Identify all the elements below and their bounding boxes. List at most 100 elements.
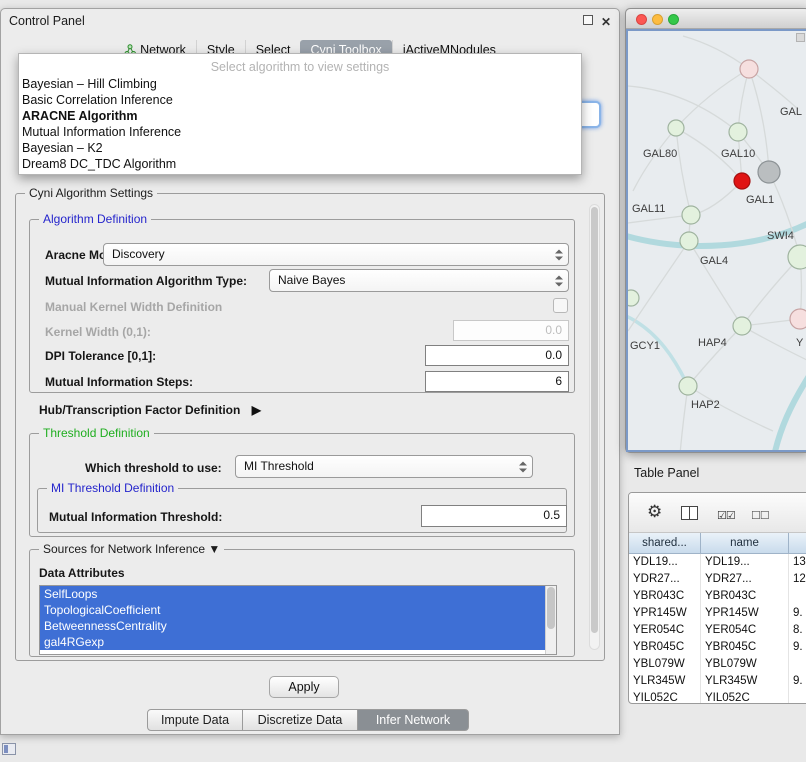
network-node[interactable] — [740, 60, 758, 78]
cell: 9. — [789, 605, 806, 622]
node-label: GAL4 — [700, 255, 728, 267]
table-row[interactable]: YBR043C YBR043C — [629, 588, 806, 605]
cell — [789, 588, 806, 605]
cell: YLR345W — [629, 673, 701, 690]
list-item-gal4rgexp[interactable]: gal4RGexp — [40, 634, 545, 650]
kernel-width-label: Kernel Width (0,1): — [45, 325, 151, 339]
which-threshold-value: MI Threshold — [244, 456, 314, 477]
settings-scrollbar[interactable] — [589, 204, 600, 650]
table-header-row: shared... name — [629, 533, 806, 554]
mi-threshold-input[interactable]: 0.5 — [421, 505, 567, 527]
network-node-selected-red[interactable] — [734, 173, 750, 189]
network-node[interactable] — [680, 232, 698, 250]
node-label: GAL80 — [643, 148, 677, 160]
network-node[interactable] — [679, 377, 697, 395]
network-graph[interactable]: GAL80 GAL10 GAL GAL11 GAL1 SWI4 GAL4 GCY… — [628, 31, 806, 452]
sources-toggle[interactable]: Sources for Network Inference ▼ — [39, 542, 224, 556]
dpi-tolerance-input[interactable]: 0.0 — [425, 345, 569, 366]
node-label: GAL — [780, 106, 802, 118]
network-node[interactable] — [733, 317, 751, 335]
which-threshold-label: Which threshold to use: — [85, 461, 222, 475]
mi-algorithm-type-select[interactable]: Naive Bayes — [269, 269, 569, 292]
column-header-shared[interactable]: shared... — [629, 533, 701, 554]
node-label: GAL10 — [721, 148, 755, 160]
mi-threshold-label: Mutual Information Threshold: — [49, 510, 222, 524]
cell: YLR345W — [701, 673, 789, 690]
dropdown-option-bayesian-hill[interactable]: Bayesian – Hill Climbing — [19, 76, 581, 92]
close-window-icon[interactable]: ✕ — [601, 15, 611, 29]
network-node[interactable] — [790, 309, 806, 329]
column-header-partial[interactable] — [789, 533, 806, 554]
hub-definition-label: Hub/Transcription Factor Definition — [39, 403, 240, 417]
network-node-gray[interactable] — [758, 161, 780, 183]
cell: YBR045C — [701, 639, 789, 656]
kernel-width-input[interactable]: 0.0 — [453, 320, 569, 341]
algorithm-definition-title: Algorithm Definition — [39, 212, 151, 226]
desktop: Control Panel ✕ Network Style Select Cyn… — [0, 0, 806, 762]
threshold-definition-title: Threshold Definition — [39, 426, 154, 440]
network-view-corner-chip — [796, 33, 805, 42]
table-row[interactable]: YDL19... YDL19... 13 — [629, 554, 806, 571]
table-settings-button[interactable]: ⚙ — [647, 502, 662, 522]
table-row[interactable]: YLR345W YLR345W 9. — [629, 673, 806, 690]
network-edges — [628, 36, 806, 452]
dropdown-option-dream8[interactable]: Dream8 DC_TDC Algorithm — [19, 156, 581, 172]
list-item-betweennesscentrality[interactable]: BetweennessCentrality — [40, 618, 545, 634]
attributes-scrollbar[interactable] — [545, 586, 556, 654]
list-item-topologicalcoefficient[interactable]: TopologicalCoefficient — [40, 602, 545, 618]
tab-discretize-data[interactable]: Discretize Data — [242, 709, 358, 731]
table-panel-title: Table Panel — [634, 466, 699, 480]
close-traffic-light[interactable] — [636, 14, 647, 25]
column-header-name[interactable]: name — [701, 533, 789, 554]
data-attributes-label: Data Attributes — [39, 566, 125, 580]
cell — [789, 690, 806, 704]
control-panel-titlebar: Control Panel ✕ — [1, 9, 619, 35]
table-row[interactable]: YBL079W YBL079W — [629, 656, 806, 673]
collapsed-arrow-icon: ▶ — [252, 403, 261, 417]
hub-definition-toggle[interactable]: Hub/Transcription Factor Definition ▶ — [39, 403, 261, 417]
tab-impute-data[interactable]: Impute Data — [147, 709, 243, 731]
restore-panel-button[interactable] — [2, 743, 16, 755]
network-node-labels: GAL80 GAL10 GAL GAL11 GAL1 SWI4 GAL4 GCY… — [630, 106, 804, 411]
dropdown-option-aracne[interactable]: ARACNE Algorithm — [19, 108, 581, 124]
table-row[interactable]: YER054C YER054C 8. — [629, 622, 806, 639]
cell: YER054C — [701, 622, 789, 639]
dropdown-option-bayesian-k2[interactable]: Bayesian – K2 — [19, 140, 581, 156]
cell: 9. — [789, 673, 806, 690]
manual-kernel-width-checkbox[interactable] — [553, 298, 568, 313]
select-all-button[interactable]: ☑☑ — [717, 506, 735, 526]
zoom-traffic-light[interactable] — [668, 14, 679, 25]
deselect-all-button[interactable]: ☐☐ — [751, 506, 769, 526]
cell: 13 — [789, 554, 806, 571]
cell: YER054C — [629, 622, 701, 639]
network-node[interactable] — [668, 120, 684, 136]
cell: YPR145W — [629, 605, 701, 622]
dropdown-option-basic-correlation[interactable]: Basic Correlation Inference — [19, 92, 581, 108]
network-node[interactable] — [628, 290, 639, 306]
network-node[interactable] — [729, 123, 747, 141]
float-window-icon[interactable] — [583, 15, 593, 25]
table-row[interactable]: YDR27... YDR27... 12 — [629, 571, 806, 588]
table-row[interactable]: YIL052C YIL052C — [629, 690, 806, 704]
cell: YBL079W — [701, 656, 789, 673]
dropdown-option-mutual-information[interactable]: Mutual Information Inference — [19, 124, 581, 140]
network-node[interactable] — [682, 206, 700, 224]
node-label: GAL1 — [746, 194, 774, 206]
network-node[interactable] — [788, 245, 806, 269]
tab-infer-network[interactable]: Infer Network — [357, 709, 469, 731]
attributes-scrollbar-thumb[interactable] — [547, 587, 555, 629]
mi-steps-input[interactable]: 6 — [425, 371, 569, 392]
table-row[interactable]: YBR045C YBR045C 9. — [629, 639, 806, 656]
window-title: Control Panel — [9, 14, 85, 28]
network-canvas[interactable]: GAL80 GAL10 GAL GAL11 GAL1 SWI4 GAL4 GCY… — [626, 29, 806, 452]
minimize-traffic-light[interactable] — [652, 14, 663, 25]
which-threshold-select[interactable]: MI Threshold — [235, 455, 533, 478]
aracne-mode-select[interactable]: Discovery — [103, 243, 569, 266]
column-selector-button[interactable] — [681, 506, 698, 520]
list-item-selfloops[interactable]: SelfLoops — [40, 586, 545, 602]
cell: YDR27... — [701, 571, 789, 588]
apply-button[interactable]: Apply — [269, 676, 339, 698]
settings-scrollbar-thumb[interactable] — [591, 207, 598, 633]
mi-algorithm-type-value: Naive Bayes — [278, 270, 345, 291]
table-row[interactable]: YPR145W YPR145W 9. — [629, 605, 806, 622]
